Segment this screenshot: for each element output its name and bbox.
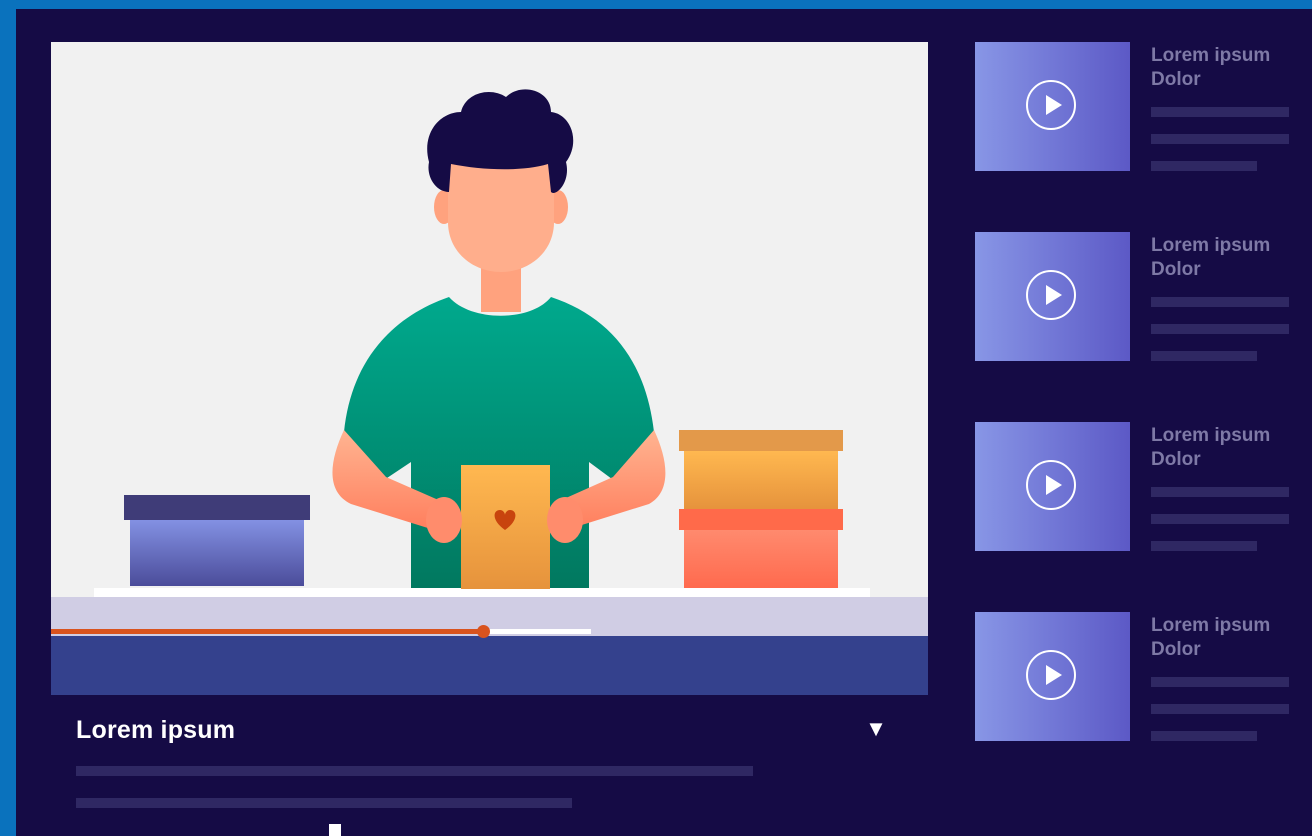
description-line	[76, 766, 753, 776]
play-icon[interactable]	[1026, 650, 1076, 700]
progress-scrubber-handle[interactable]	[477, 625, 490, 638]
progress-bar[interactable]	[51, 625, 591, 638]
play-icon[interactable]	[1026, 270, 1076, 320]
meta-line	[1151, 487, 1289, 497]
meta-line	[1151, 514, 1289, 524]
playlist-item[interactable]: Lorem ipsum Dolor	[975, 422, 1312, 552]
meta-line	[1151, 297, 1289, 307]
video-app: Lorem ipsum ▼ Lorem ipsum Dolor Lorem ip…	[16, 9, 1312, 836]
playlist-item-title[interactable]: Lorem ipsum Dolor	[1151, 234, 1301, 282]
video-thumbnail[interactable]	[975, 42, 1130, 171]
playlist-item-title[interactable]: Lorem ipsum Dolor	[1151, 44, 1301, 92]
meta-line	[1151, 324, 1289, 334]
text-cursor-icon	[329, 824, 341, 836]
meta-line	[1151, 704, 1289, 714]
meta-line	[1151, 731, 1257, 741]
playlist-item-title[interactable]: Lorem ipsum Dolor	[1151, 614, 1301, 662]
video-thumbnail[interactable]	[975, 422, 1130, 551]
playlist-item[interactable]: Lorem ipsum Dolor	[975, 42, 1312, 172]
playlist-item-title[interactable]: Lorem ipsum Dolor	[1151, 424, 1301, 472]
triangle-down-icon[interactable]: ▼	[864, 718, 888, 740]
video-frame-illustration	[51, 89, 928, 636]
video-player[interactable]	[51, 42, 928, 695]
progress-fill	[51, 629, 483, 634]
play-icon[interactable]	[1026, 80, 1076, 130]
meta-line	[1151, 134, 1289, 144]
meta-line	[1151, 161, 1257, 171]
play-icon[interactable]	[1026, 460, 1076, 510]
playlist-item[interactable]: Lorem ipsum Dolor	[975, 232, 1312, 362]
meta-line	[1151, 351, 1257, 361]
meta-line	[1151, 541, 1257, 551]
description-line	[76, 798, 572, 808]
video-thumbnail[interactable]	[975, 232, 1130, 361]
video-title: Lorem ipsum	[76, 716, 236, 744]
meta-line	[1151, 677, 1289, 687]
player-controls-bar	[51, 636, 928, 695]
meta-line	[1151, 107, 1289, 117]
playlist-item[interactable]: Lorem ipsum Dolor	[975, 612, 1312, 742]
video-thumbnail[interactable]	[975, 612, 1130, 741]
